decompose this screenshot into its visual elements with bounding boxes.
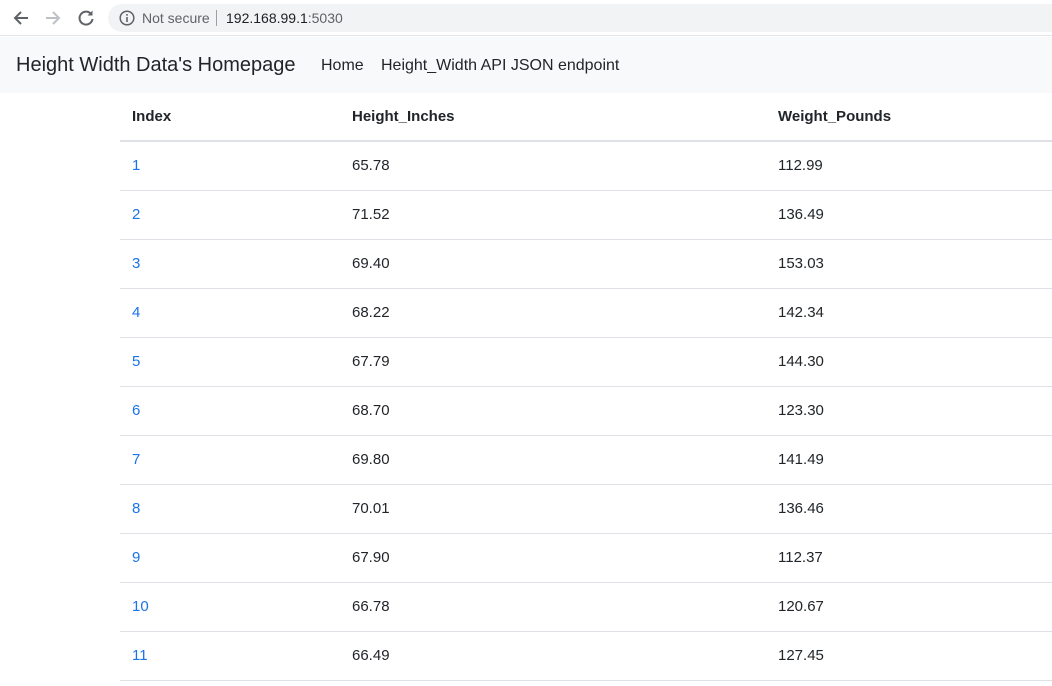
table-row: 11 66.49 127.45 xyxy=(120,631,1052,681)
table-row: 8 70.01 136.46 xyxy=(120,484,1052,534)
height-cell: 70.01 xyxy=(340,484,766,534)
height-weight-table: Index Height_Inches Weight_Pounds 1 65.7… xyxy=(120,93,1052,681)
weight-cell: 112.99 xyxy=(766,141,1052,191)
table-row: 6 68.70 123.30 xyxy=(120,386,1052,436)
height-cell: 66.49 xyxy=(340,631,766,681)
navbar-brand[interactable]: Height Width Data's Homepage xyxy=(16,53,296,77)
height-cell: 68.22 xyxy=(340,288,766,338)
index-link[interactable]: 11 xyxy=(132,647,148,664)
table-header-row: Index Height_Inches Weight_Pounds xyxy=(120,93,1052,142)
security-status-label[interactable]: Not secure xyxy=(142,10,210,26)
index-cell: 11 xyxy=(120,631,340,681)
omnibox-divider xyxy=(216,10,217,26)
weight-cell: 142.34 xyxy=(766,288,1052,338)
height-cell: 65.78 xyxy=(340,141,766,191)
index-cell: 5 xyxy=(120,337,340,387)
weight-cell: 141.49 xyxy=(766,435,1052,485)
table-row: 1 65.78 112.99 xyxy=(120,141,1052,191)
index-link[interactable]: 7 xyxy=(132,451,140,468)
height-cell: 66.78 xyxy=(340,582,766,632)
weight-cell: 136.46 xyxy=(766,484,1052,534)
index-cell: 2 xyxy=(120,190,340,240)
height-cell: 67.90 xyxy=(340,533,766,583)
url-text[interactable]: 192.168.99.1:5030 xyxy=(226,10,343,26)
weight-cell: 136.49 xyxy=(766,190,1052,240)
height-cell: 68.70 xyxy=(340,386,766,436)
table-row: 5 67.79 144.30 xyxy=(120,337,1052,387)
height-cell: 67.79 xyxy=(340,337,766,387)
weight-cell: 123.30 xyxy=(766,386,1052,436)
height-cell: 71.52 xyxy=(340,190,766,240)
index-link[interactable]: 5 xyxy=(132,353,140,370)
index-cell: 9 xyxy=(120,533,340,583)
height-cell: 69.80 xyxy=(340,435,766,485)
forward-button[interactable] xyxy=(41,6,65,30)
table-row: 10 66.78 120.67 xyxy=(120,582,1052,632)
weight-cell: 112.37 xyxy=(766,533,1052,583)
address-bar[interactable]: Not secure 192.168.99.1:5030 xyxy=(108,4,1052,32)
data-table-container: Index Height_Inches Weight_Pounds 1 65.7… xyxy=(120,93,1052,681)
header-index: Index xyxy=(120,93,340,142)
weight-cell: 144.30 xyxy=(766,337,1052,387)
index-cell: 3 xyxy=(120,239,340,289)
index-link[interactable]: 1 xyxy=(132,157,140,174)
table-row: 7 69.80 141.49 xyxy=(120,435,1052,485)
index-cell: 7 xyxy=(120,435,340,485)
index-link[interactable]: 9 xyxy=(132,549,140,566)
browser-toolbar: Not secure 192.168.99.1:5030 xyxy=(0,0,1052,36)
index-cell: 1 xyxy=(120,141,340,191)
index-link[interactable]: 6 xyxy=(132,402,140,419)
index-cell: 6 xyxy=(120,386,340,436)
table-row: 3 69.40 153.03 xyxy=(120,239,1052,289)
reload-icon xyxy=(78,10,94,26)
reload-button[interactable] xyxy=(74,6,98,30)
weight-cell: 120.67 xyxy=(766,582,1052,632)
nav-link-api-endpoint[interactable]: Height_Width API JSON endpoint xyxy=(381,56,619,76)
height-cell: 69.40 xyxy=(340,239,766,289)
table-row: 9 67.90 112.37 xyxy=(120,533,1052,583)
nav-link-home[interactable]: Home xyxy=(321,56,364,76)
index-link[interactable]: 3 xyxy=(132,255,140,272)
back-button[interactable] xyxy=(9,6,33,30)
index-link[interactable]: 2 xyxy=(132,206,140,223)
index-cell: 8 xyxy=(120,484,340,534)
weight-cell: 127.45 xyxy=(766,631,1052,681)
index-link[interactable]: 8 xyxy=(132,500,140,517)
header-weight-pounds: Weight_Pounds xyxy=(766,93,1052,142)
index-cell: 4 xyxy=(120,288,340,338)
table-row: 4 68.22 142.34 xyxy=(120,288,1052,338)
index-cell: 10 xyxy=(120,582,340,632)
url-port: :5030 xyxy=(307,10,343,26)
arrow-right-icon xyxy=(46,11,61,25)
index-link[interactable]: 10 xyxy=(132,598,149,615)
table-row: 2 71.52 136.49 xyxy=(120,190,1052,240)
site-navbar: Height Width Data's Homepage Home Height… xyxy=(0,37,1052,93)
weight-cell: 153.03 xyxy=(766,239,1052,289)
url-host: 192.168.99.1 xyxy=(226,10,308,26)
index-link[interactable]: 4 xyxy=(132,304,140,321)
arrow-left-icon xyxy=(13,11,28,25)
header-height-inches: Height_Inches xyxy=(340,93,766,142)
info-icon[interactable] xyxy=(119,10,135,26)
